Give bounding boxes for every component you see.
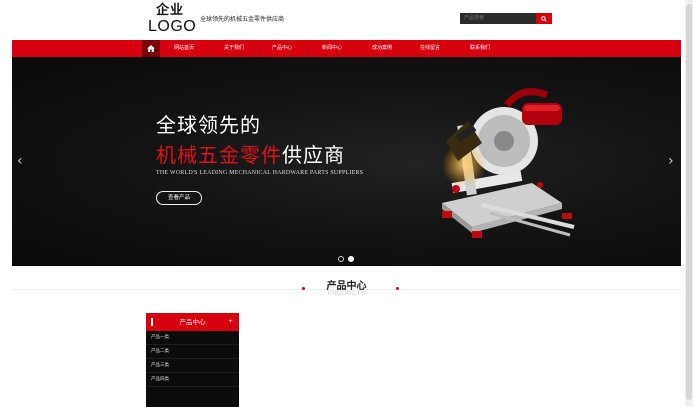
- sidebar-header: 产品中心 +: [146, 313, 239, 331]
- banner-dot-1[interactable]: [338, 256, 344, 262]
- nav-item-news[interactable]: 新闻中心: [307, 40, 357, 57]
- site-logo[interactable]: 企业 LOGO: [148, 3, 197, 36]
- nav-item-products[interactable]: 产品中心: [257, 40, 307, 57]
- main-nav: 网站首页 关于我们 产品中心 新闻中心 成功案例 在线留言 联系我们: [12, 40, 681, 57]
- search-icon: [541, 15, 547, 22]
- search-box: [460, 13, 552, 24]
- nav-home-button[interactable]: [142, 40, 160, 57]
- nav-item-contact[interactable]: 联系我们: [455, 40, 505, 57]
- home-icon: [147, 45, 155, 52]
- product-category-sidebar: 产品中心 + 产品一类 产品二类 产品三类 产品四类: [146, 313, 239, 407]
- logo-line-1: 企业: [155, 3, 184, 18]
- view-products-button[interactable]: 查看产品: [156, 191, 202, 205]
- section-title: 产品中心: [326, 281, 367, 292]
- banner-prev-arrow-icon[interactable]: ‹: [17, 153, 23, 169]
- search-button[interactable]: [536, 13, 552, 24]
- sidebar-item-category-2[interactable]: 产品二类: [146, 345, 239, 359]
- nav-item-message[interactable]: 在线留言: [405, 40, 455, 57]
- logo-line-2: LOGO: [148, 18, 197, 35]
- section-subtitle: PRODUCTS: [327, 291, 366, 297]
- banner-headline-1: 全球领先的: [156, 113, 261, 137]
- banner-next-arrow-icon[interactable]: ›: [668, 153, 674, 169]
- banner-dot-2[interactable]: [348, 256, 354, 262]
- search-input[interactable]: [460, 13, 536, 24]
- nav-item-cases[interactable]: 成功案例: [357, 40, 407, 57]
- nav-item-about[interactable]: 关于我们: [209, 40, 259, 57]
- sidebar-item-category-1[interactable]: 产品一类: [146, 331, 239, 345]
- nav-item-home-page[interactable]: 网站首页: [159, 40, 209, 57]
- hero-banner: ‹ › 全球领先的 机械五金零件供应商 THE WORLD'S LEADING …: [12, 57, 681, 266]
- banner-headline-2: 机械五金零件供应商: [156, 139, 345, 168]
- miter-saw-illustration: [442, 88, 575, 238]
- banner-pagination: [338, 256, 354, 262]
- scrollbar-thumb[interactable]: [686, 4, 692, 400]
- sidebar-item-category-4[interactable]: 产品四类: [146, 373, 239, 387]
- banner-headline-2-rest: 供应商: [282, 143, 345, 167]
- banner-headline-2-highlight: 机械五金零件: [156, 143, 282, 167]
- banner-subtitle-en: THE WORLD'S LEADING MECHANICAL HARDWARE …: [156, 170, 364, 176]
- expand-icon[interactable]: +: [228, 313, 233, 331]
- header-slogan: 全球领先的机械五金零件供应商: [200, 16, 285, 23]
- sidebar-title: 产品中心: [179, 318, 206, 326]
- sidebar-item-category-3[interactable]: 产品三类: [146, 359, 239, 373]
- page-scrollbar[interactable]: [685, 0, 693, 407]
